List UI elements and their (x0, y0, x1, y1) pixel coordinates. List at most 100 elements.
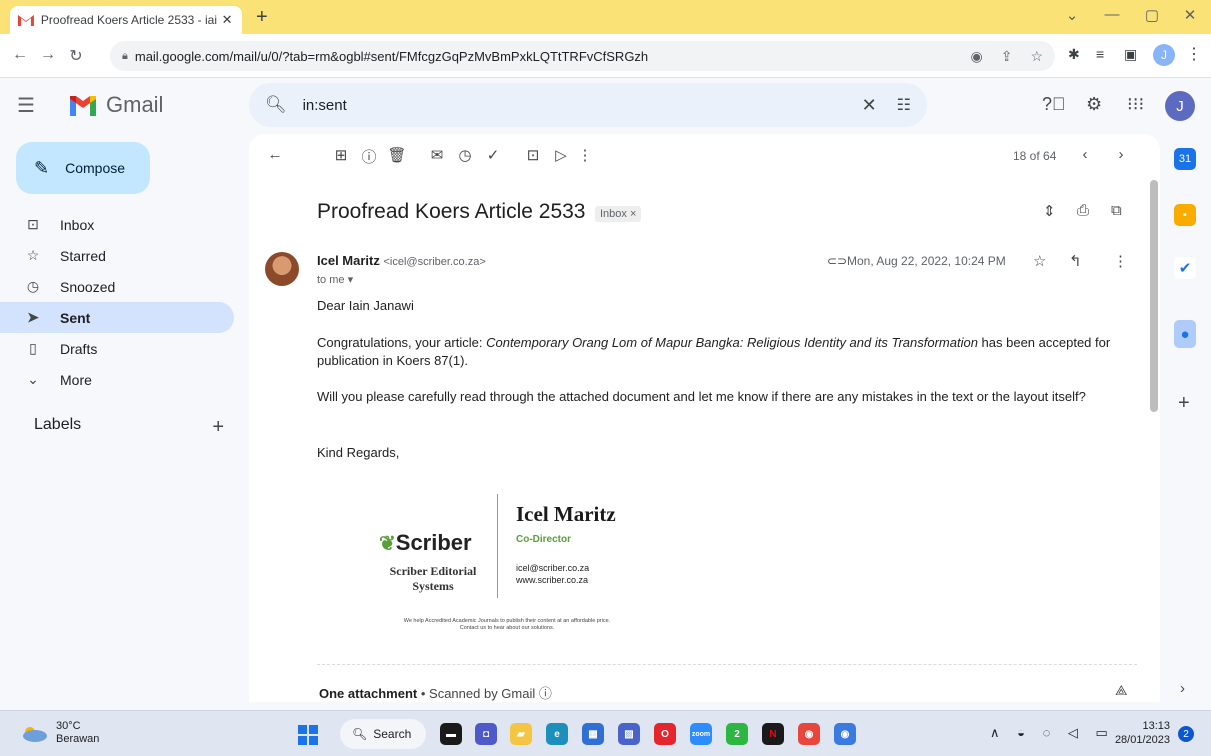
move-to-icon[interactable]: ⊡ (523, 146, 543, 164)
apps-grid-icon[interactable]: ⁝⁝⁝ (1127, 94, 1144, 115)
search-input[interactable] (302, 96, 823, 114)
body-paragraph: Will you please carefully read through t… (317, 389, 1086, 404)
help-icon[interactable]: ?⃝ (1042, 94, 1066, 115)
delete-icon[interactable]: 🗑︎ (387, 146, 407, 164)
inbox-label-chip[interactable]: Inbox × (595, 206, 642, 222)
archive-icon[interactable]: ⊞ (331, 146, 351, 164)
back-icon[interactable]: ← (10, 46, 30, 64)
gmail-logo[interactable]: Gmail (68, 92, 163, 118)
report-spam-icon[interactable]: ⓘ (359, 146, 379, 167)
gmail-header: ☰ Gmail 🔍︎ ✕ ☷ ?⃝ ⚙ ⁝⁝⁝ J (0, 78, 1211, 134)
keep-icon[interactable]: ▪ (1174, 204, 1196, 226)
older-icon[interactable]: › (1111, 146, 1131, 163)
chrome-menu-icon[interactable]: ⋮ (1186, 44, 1202, 64)
compose-button[interactable]: ✎ Compose (16, 142, 150, 194)
label-icon[interactable]: ▷ (551, 146, 571, 164)
search-options-icon[interactable]: ☷ (897, 95, 911, 115)
sidebar-item-snoozed[interactable]: ◷ Snoozed (0, 271, 234, 302)
sidebar-item-more[interactable]: ⌄ More (0, 364, 234, 395)
message-more-icon[interactable]: ⋮ (1113, 252, 1128, 270)
close-window-button[interactable]: ✕ (1170, 6, 1210, 24)
weather-widget[interactable]: 30°C Berawan (20, 720, 99, 746)
notification-badge[interactable]: 2 (1178, 726, 1194, 742)
message-scrollbar[interactable] (1150, 180, 1158, 412)
clock-time: 13:13 (1142, 720, 1170, 732)
file-explorer-icon[interactable]: ▬ (440, 723, 462, 745)
share-icon[interactable]: ⇪ (1001, 48, 1013, 65)
print-icon[interactable]: ⎙ (1077, 202, 1089, 219)
signature-email[interactable]: icel@scriber.co.za (516, 562, 589, 574)
snooze-icon[interactable]: ◷ (455, 146, 475, 164)
chrome-profile-icon[interactable]: ◉ (834, 723, 856, 745)
account-avatar[interactable]: J (1165, 91, 1195, 121)
address-bar[interactable]: 🔒︎ mail.google.com/mail/u/0/?tab=rm&ogbl… (110, 41, 1055, 71)
sidebar-item-starred[interactable]: ☆ Starred (0, 240, 234, 271)
extensions-icon[interactable]: ✱ (1068, 46, 1080, 63)
meet-icon[interactable]: ◘ (475, 723, 497, 745)
tasks-icon[interactable]: ✔ (1174, 257, 1196, 279)
taskbar-clock[interactable]: 13:13 28/01/2023 (1114, 719, 1170, 747)
recipients-toggle[interactable]: to me ▾ (317, 273, 353, 286)
sidebar-item-inbox[interactable]: ⊡ Inbox (0, 209, 234, 240)
article-title: Contemporary Orang Lom of Mapur Bangka: … (486, 335, 978, 350)
restore-button[interactable]: ▢ (1132, 6, 1172, 24)
back-to-list-icon[interactable]: ← (265, 146, 285, 163)
show-side-panel-icon[interactable]: › (1180, 680, 1185, 697)
zoom-icon[interactable]: zoom (690, 723, 712, 745)
forward-icon[interactable]: → (38, 46, 58, 64)
sender-name[interactable]: Icel Maritz (317, 253, 380, 268)
chrome-profile-avatar[interactable]: J (1153, 44, 1175, 66)
tagline-line: Contact us to hear about our solutions. (459, 625, 555, 631)
new-tab-button[interactable]: + (256, 6, 268, 29)
reply-icon[interactable]: ↰ (1069, 252, 1082, 270)
netflix-icon[interactable]: N (762, 723, 784, 745)
star-message-icon[interactable]: ☆ (1033, 252, 1046, 270)
tab-search-icon[interactable]: ⌄ (1052, 6, 1092, 24)
add-to-drive-icon[interactable]: ⟁ (1115, 682, 1128, 699)
calendar-icon[interactable]: 31 (1174, 148, 1196, 170)
search-icon[interactable]: 🔍︎ (265, 95, 287, 115)
sidebar-item-sent[interactable]: ➤ Sent (0, 302, 234, 333)
signature-contact: icel@scriber.co.za www.scriber.co.za (516, 562, 589, 586)
get-addons-icon[interactable]: + (1178, 392, 1190, 415)
more-actions-icon[interactable]: ⋮ (575, 146, 595, 164)
tab-close-icon[interactable]: ✕ (220, 12, 234, 28)
bookmark-star-icon[interactable]: ☆ (1030, 48, 1043, 65)
sidebar-item-drafts[interactable]: ▯ Drafts (0, 333, 234, 364)
mark-unread-icon[interactable]: ✉ (427, 146, 447, 164)
photos-icon[interactable]: ▨ (618, 723, 640, 745)
main-menu-icon[interactable]: ☰ (17, 93, 35, 118)
contacts-icon[interactable]: ● (1174, 320, 1196, 348)
minimize-button[interactable]: — (1092, 6, 1132, 23)
store-icon[interactable]: ▦ (582, 723, 604, 745)
reading-list-icon[interactable]: ≡ (1096, 46, 1104, 62)
chrome-icon[interactable]: ◉ (798, 723, 820, 745)
whatsapp-icon[interactable]: 2 (726, 723, 748, 745)
taskbar-search[interactable]: 🔍︎ Search (340, 719, 426, 749)
signature-website[interactable]: www.scriber.co.za (516, 574, 589, 586)
browser-tab[interactable]: Proofread Koers Article 2533 - iai ✕ (10, 6, 242, 34)
newer-icon[interactable]: ‹ (1075, 146, 1095, 163)
open-new-window-icon[interactable]: ⧉ (1111, 202, 1122, 219)
edge-icon[interactable]: e (546, 723, 568, 745)
expand-all-icon[interactable]: ⇕ (1043, 202, 1056, 220)
tracking-icon[interactable]: ◉ (970, 48, 982, 65)
system-tray[interactable]: ∧ ◒ ◌ ◁ ▭ (990, 725, 1115, 741)
folder-icon[interactable]: ▰ (510, 723, 532, 745)
add-task-icon[interactable]: ✓ (483, 146, 503, 164)
clock-icon: ◷ (26, 278, 40, 294)
scanned-by-gmail[interactable]: Scanned by Gmail ⓘ (429, 686, 552, 701)
draft-icon: ▯ (29, 340, 37, 356)
compose-label: Compose (65, 160, 126, 176)
attachment-separator: • (417, 686, 430, 701)
clear-search-icon[interactable]: ✕ (862, 95, 877, 116)
opera-icon[interactable]: O (654, 723, 676, 745)
message-date: Mon, Aug 22, 2022, 10:24 PM (847, 254, 1006, 268)
sidebar-item-label: Snoozed (60, 278, 116, 295)
side-panel-icon[interactable]: ▣ (1124, 46, 1137, 63)
taskbar-search-label: Search (373, 727, 412, 741)
settings-gear-icon[interactable]: ⚙ (1086, 94, 1102, 115)
add-label-icon[interactable]: + (212, 416, 224, 439)
windows-start-icon[interactable] (298, 725, 318, 745)
reload-icon[interactable]: ↻ (66, 46, 86, 66)
